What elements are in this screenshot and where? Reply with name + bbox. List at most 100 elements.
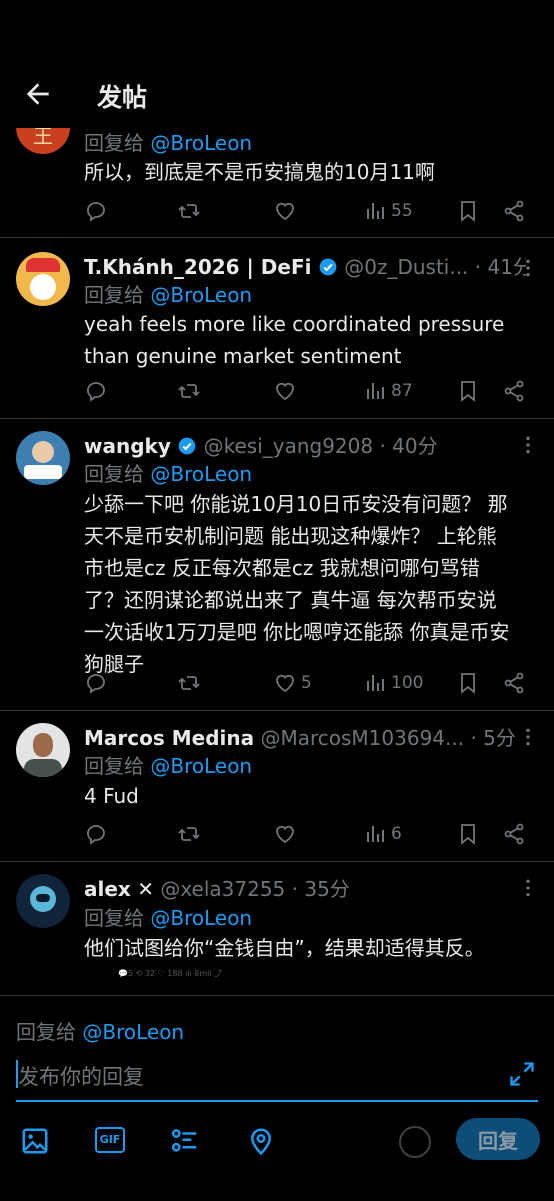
display-name[interactable]: Marcos Medina (84, 726, 254, 750)
bookmark-icon (461, 201, 475, 222)
share-icon (504, 672, 524, 694)
more-options-icon[interactable] (524, 258, 532, 282)
like-action[interactable]: 5 (273, 668, 312, 698)
text-caret (16, 1060, 18, 1088)
tweet-text: yeah feels more like coordinated pressur… (84, 312, 505, 368)
reply-action[interactable] (84, 819, 108, 849)
verified-badge-icon (178, 437, 196, 455)
tweet-actions: 6 (84, 819, 534, 849)
reply-button[interactable]: 回复 (456, 1118, 540, 1160)
avatar[interactable] (16, 874, 70, 928)
heart-icon (276, 202, 294, 221)
share-icon (504, 200, 524, 222)
composer-reply-handle[interactable]: @BroLeon (82, 1020, 184, 1044)
comment-icon (87, 674, 105, 694)
tweet-header: Marcos Medina @MarcosM103694... · 5分 (84, 722, 526, 751)
heart-icon (276, 674, 294, 693)
reply-to-handle[interactable]: @BroLeon (150, 906, 252, 930)
reply-tweet[interactable]: alex ✕ @xela37255 · 35分 回复给 @BroLeon 他们试… (0, 862, 554, 995)
display-name[interactable]: T.Khánh_2026 | DeFi (84, 255, 312, 279)
heart-icon (276, 825, 294, 844)
bookmark-action[interactable] (456, 668, 480, 698)
display-name[interactable]: wangky (84, 434, 171, 458)
heart-icon (276, 382, 294, 401)
avatar[interactable] (16, 723, 70, 777)
expand-icon[interactable] (508, 1060, 536, 1088)
views-action[interactable]: 87 (363, 376, 413, 406)
poll-icon[interactable] (170, 1126, 200, 1156)
retweet-icon (178, 204, 200, 218)
views-icon (367, 826, 384, 842)
retweet-icon (178, 384, 200, 398)
reply-action[interactable] (84, 196, 108, 226)
tweet-actions: 87 (84, 376, 534, 406)
back-arrow-icon[interactable] (22, 78, 54, 110)
more-options-icon[interactable] (524, 878, 532, 902)
retweet-action[interactable] (177, 196, 201, 226)
reply-action[interactable] (84, 376, 108, 406)
like-action[interactable] (273, 376, 297, 406)
reply-input[interactable] (16, 1058, 500, 1096)
more-options-icon[interactable] (524, 435, 532, 459)
handle[interactable]: @xela37255 (160, 877, 285, 901)
share-action[interactable] (502, 819, 526, 849)
views-action[interactable]: 55 (363, 196, 413, 226)
views-action[interactable]: 6 (363, 819, 402, 849)
views-icon (367, 383, 384, 399)
bookmark-action[interactable] (456, 196, 480, 226)
reply-to-handle[interactable]: @BroLeon (150, 131, 252, 155)
composer-reply-to: 回复给 @BroLeon (16, 1020, 185, 1044)
avatar[interactable] (16, 431, 70, 485)
retweet-action[interactable] (177, 668, 201, 698)
reply-tweet[interactable]: wangky @kesi_yang9208 · 40分 回复给 @BroLeon… (0, 419, 554, 711)
views-count: 100 (391, 673, 424, 693)
retweet-action[interactable] (177, 819, 201, 849)
share-action[interactable] (502, 668, 526, 698)
reply-action[interactable] (84, 668, 108, 698)
avatar[interactable] (16, 252, 70, 306)
reply-tweet[interactable]: T.Khánh_2026 | DeFi @0z_Dusti... · 41分 回… (0, 238, 554, 419)
share-action[interactable] (502, 196, 526, 226)
retweet-action[interactable] (177, 376, 201, 406)
comment-icon (87, 825, 105, 845)
views-icon (367, 675, 384, 691)
more-options-icon[interactable] (524, 727, 532, 751)
reply-to-label: 回复给 @BroLeon (84, 131, 253, 155)
location-icon[interactable] (246, 1126, 276, 1156)
reply-to-label: 回复给 @BroLeon (84, 754, 253, 778)
input-underline (16, 1100, 538, 1102)
handle[interactable]: @kesi_yang9208 (204, 434, 374, 458)
comment-icon (87, 202, 105, 222)
retweet-icon (178, 827, 200, 841)
x-badge-icon: ✕ (137, 877, 154, 901)
handle[interactable]: @MarcosM103694... (260, 726, 464, 750)
reply-to-handle[interactable]: @BroLeon (150, 754, 252, 778)
comment-icon (87, 382, 105, 402)
likes-count: 5 (301, 673, 312, 693)
views-action[interactable]: 100 (363, 668, 423, 698)
top-bar: 发帖 (0, 0, 554, 128)
reply-tweet[interactable]: Marcos Medina @MarcosM103694... · 5分 回复给… (0, 711, 554, 862)
bookmark-icon (461, 381, 475, 402)
tweet-actions: 55 (84, 196, 534, 226)
character-count-ring (399, 1126, 431, 1158)
reply-to-handle[interactable]: @BroLeon (150, 283, 252, 307)
timestamp: · 5分 (470, 726, 516, 750)
tweet-header: T.Khánh_2026 | DeFi @0z_Dusti... · 41分 (84, 251, 526, 280)
share-action[interactable] (502, 376, 526, 406)
reply-composer: 回复给 @BroLeon GIF 回复 (0, 995, 554, 1201)
views-count: 55 (391, 201, 413, 221)
gif-icon[interactable]: GIF (95, 1127, 125, 1153)
reply-to-label: 回复给 @BroLeon (84, 462, 253, 486)
like-action[interactable] (273, 196, 297, 226)
reply-to-label: 回复给 @BroLeon (84, 283, 253, 307)
bookmark-action[interactable] (456, 376, 480, 406)
bookmark-action[interactable] (456, 819, 480, 849)
handle[interactable]: @0z_Dusti... (344, 255, 468, 279)
share-icon (504, 823, 524, 845)
display-name[interactable]: alex (84, 877, 131, 901)
like-action[interactable] (273, 819, 297, 849)
reply-to-handle[interactable]: @BroLeon (150, 462, 252, 486)
bookmark-icon (461, 824, 475, 845)
image-icon[interactable] (20, 1126, 50, 1156)
